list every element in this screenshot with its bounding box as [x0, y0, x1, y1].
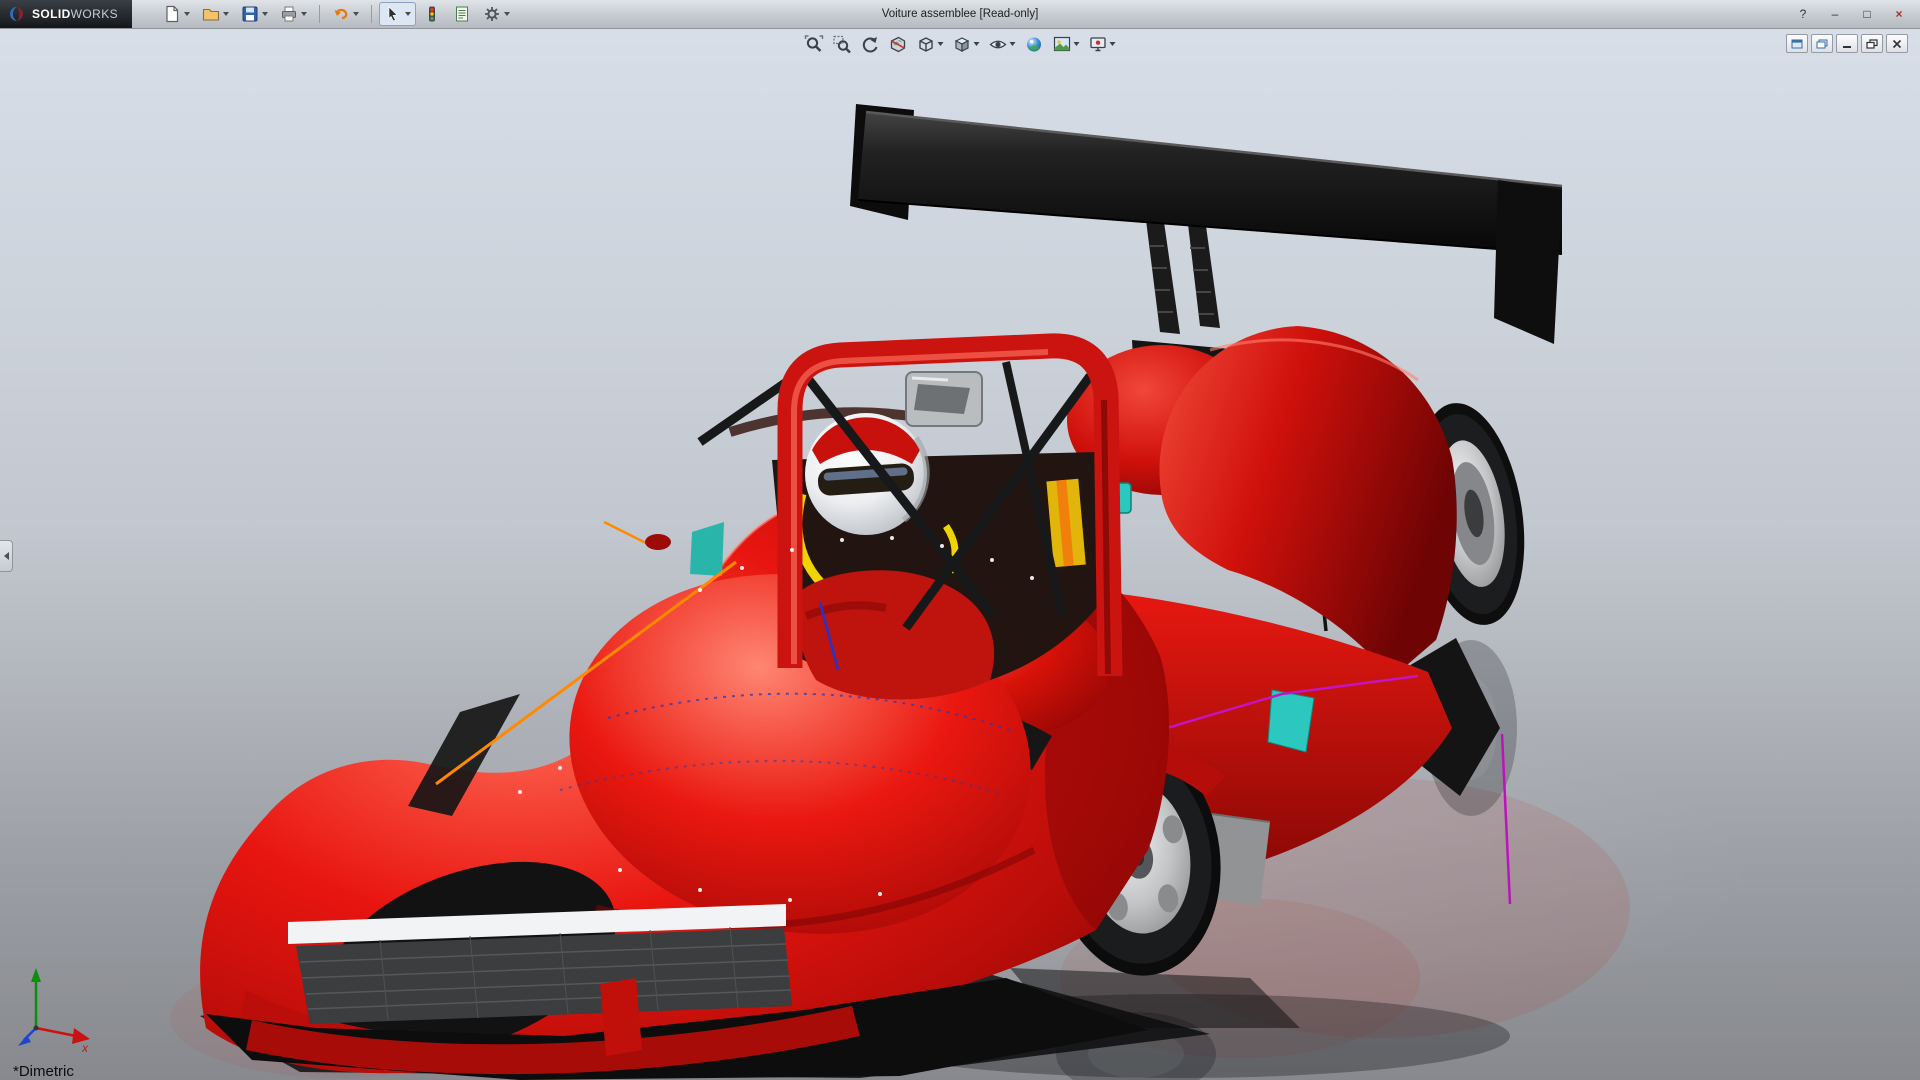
display-style-button[interactable]: [950, 32, 983, 56]
hide-show-items-button[interactable]: [986, 32, 1019, 56]
file-properties-button[interactable]: [448, 2, 476, 26]
print-button[interactable]: [275, 2, 312, 26]
open-button[interactable]: [197, 2, 234, 26]
window-icon: [1791, 39, 1803, 49]
window-controls: ? – □ ×: [1788, 0, 1914, 28]
print-icon: [280, 5, 298, 23]
close-icon: [1891, 39, 1903, 49]
chevron-down-icon[interactable]: [184, 12, 190, 16]
chevron-down-icon[interactable]: [974, 42, 980, 46]
view-orientation-label: *Dimetric: [13, 1063, 74, 1080]
model-render[interactable]: [0, 28, 1920, 1080]
apply-scene-icon: [1053, 35, 1072, 54]
toolbar-separator: [371, 5, 372, 23]
zoom-to-area-icon: [833, 35, 852, 54]
document-cascade-button[interactable]: [1811, 34, 1833, 53]
minimize-icon: [1841, 39, 1853, 49]
file-properties-icon: [453, 5, 471, 23]
3d-viewport[interactable]: x *Dimetric: [0, 28, 1920, 1080]
close-button[interactable]: ×: [1884, 4, 1914, 24]
chevron-left-icon: [4, 552, 9, 560]
new-document-button[interactable]: [158, 2, 195, 26]
chevron-down-icon[interactable]: [223, 12, 229, 16]
view-settings-icon: [1089, 35, 1108, 54]
triad-x-label: x: [81, 1041, 89, 1055]
open-folder-icon: [202, 5, 220, 23]
rear-view-mirror[interactable]: [906, 372, 982, 426]
display-style-icon: [953, 35, 972, 54]
document-restore-button[interactable]: [1861, 34, 1883, 53]
chevron-down-icon[interactable]: [405, 12, 411, 16]
hide-show-eye-icon: [989, 35, 1008, 54]
chevron-down-icon[interactable]: [301, 12, 307, 16]
solidworks-logo: SOLIDWORKS: [0, 0, 132, 28]
driver-helmet[interactable]: [805, 413, 927, 535]
edit-appearance-button[interactable]: [1022, 32, 1047, 56]
zoom-to-fit-button[interactable]: [802, 32, 827, 56]
cascade-windows-icon: [1816, 39, 1828, 49]
select-cursor-icon: [384, 5, 402, 23]
previous-view-icon: [861, 35, 880, 54]
chevron-down-icon[interactable]: [1010, 42, 1016, 46]
rebuild-traffic-light-icon: [423, 5, 441, 23]
zoom-to-fit-icon: [805, 35, 824, 54]
rebuild-button[interactable]: [418, 2, 446, 26]
save-icon: [241, 5, 259, 23]
options-gear-icon: [483, 5, 501, 23]
restore-icon: [1866, 39, 1878, 49]
dassault-systemes-mark: [8, 5, 26, 23]
view-orientation-cube-icon: [917, 35, 936, 54]
chevron-down-icon[interactable]: [1110, 42, 1116, 46]
zoom-to-area-button[interactable]: [830, 32, 855, 56]
maximize-button[interactable]: □: [1852, 4, 1882, 24]
undo-button[interactable]: [327, 2, 364, 26]
chevron-down-icon[interactable]: [504, 12, 510, 16]
reference-triad: x: [14, 962, 98, 1056]
toolbar-separator: [319, 5, 320, 23]
apply-scene-button[interactable]: [1050, 32, 1083, 56]
select-tool-button[interactable]: [379, 2, 416, 26]
new-document-icon: [163, 5, 181, 23]
chevron-down-icon[interactable]: [1074, 42, 1080, 46]
help-button[interactable]: ?: [1788, 4, 1818, 24]
options-button[interactable]: [478, 2, 515, 26]
save-button[interactable]: [236, 2, 273, 26]
main-toolbar: [158, 2, 515, 26]
document-minimize-button[interactable]: [1836, 34, 1858, 53]
view-orientation-button[interactable]: [914, 32, 947, 56]
titlebar: SOLIDWORKS: [0, 0, 1920, 29]
chevron-down-icon[interactable]: [938, 42, 944, 46]
brand-text: SOLIDWORKS: [32, 7, 118, 21]
window-title: Voiture assemblee [Read-only]: [882, 8, 1039, 20]
heads-up-view-toolbar: [802, 32, 1119, 56]
document-close-button[interactable]: [1886, 34, 1908, 53]
panel-collapse-tab[interactable]: [0, 540, 13, 572]
chevron-down-icon[interactable]: [353, 12, 359, 16]
view-settings-button[interactable]: [1086, 32, 1119, 56]
document-window-controls: [1786, 34, 1908, 53]
document-window-button[interactable]: [1786, 34, 1808, 53]
previous-view-button[interactable]: [858, 32, 883, 56]
edit-appearance-ball-icon: [1025, 35, 1044, 54]
section-view-button[interactable]: [886, 32, 911, 56]
undo-icon: [332, 5, 350, 23]
chevron-down-icon[interactable]: [262, 12, 268, 16]
section-view-icon: [889, 35, 908, 54]
minimize-button[interactable]: –: [1820, 4, 1850, 24]
